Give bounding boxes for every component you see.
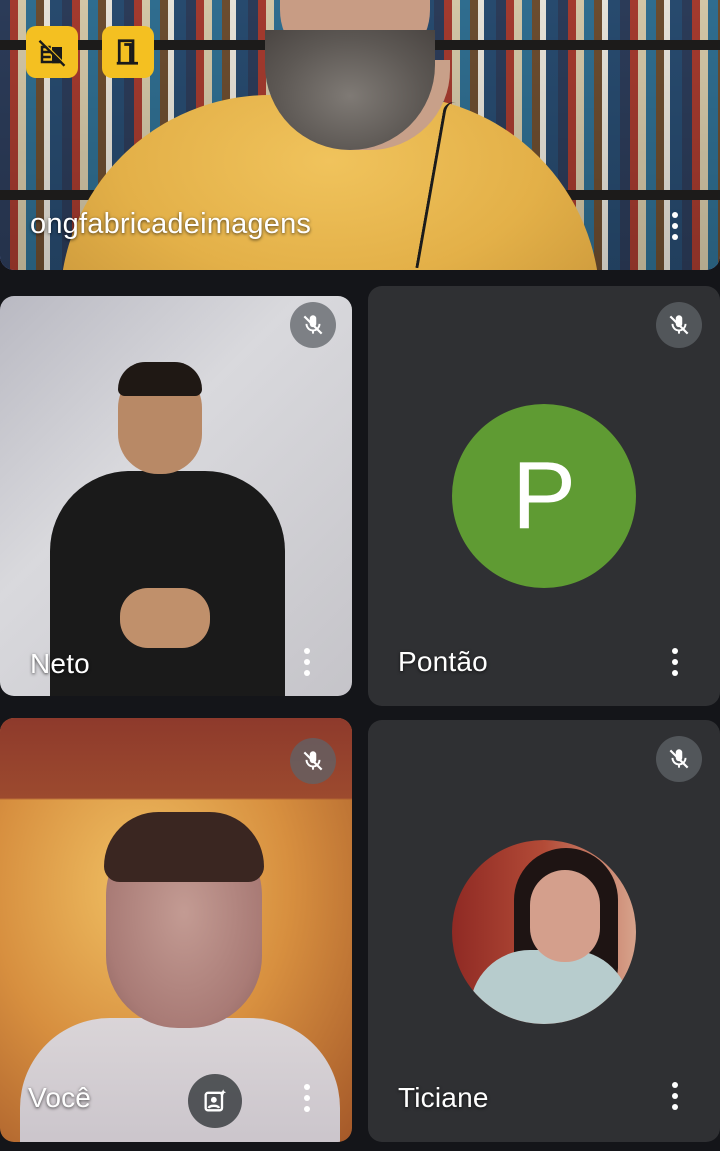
mic-off-icon — [290, 738, 336, 784]
more-vert-icon[interactable] — [292, 1078, 322, 1118]
avatar — [452, 840, 636, 1024]
avatar-face — [530, 870, 600, 962]
door-exit-button[interactable] — [102, 26, 154, 78]
tile-ongfabricadeimagens[interactable]: ongfabricadeimagens — [0, 0, 720, 270]
more-vert-icon[interactable] — [660, 206, 690, 246]
tile-ticiane[interactable]: Ticiane — [368, 720, 720, 1142]
mic-off-icon — [656, 736, 702, 782]
video-person-hair — [118, 362, 202, 396]
mic-off-icon — [290, 302, 336, 348]
tile-pontao[interactable]: P Pontão — [368, 286, 720, 706]
tile-neto[interactable]: Neto — [0, 296, 352, 696]
portrait-effects-button[interactable] — [188, 1074, 242, 1128]
mic-off-icon — [656, 302, 702, 348]
video-person-hair — [104, 812, 264, 882]
participant-name: Pontão — [398, 646, 488, 677]
more-vert-icon[interactable] — [292, 642, 322, 682]
participant-name: Ticiane — [398, 1082, 489, 1113]
avatar-shirt — [470, 950, 630, 1024]
more-vert-icon[interactable] — [660, 1076, 690, 1116]
more-vert-icon[interactable] — [660, 642, 690, 682]
cell-signal-off-icon — [38, 39, 67, 67]
video-person-hands — [120, 588, 210, 648]
participant-name: ongfabricadeimagens — [30, 208, 312, 240]
participant-name: Você — [28, 1082, 92, 1113]
portrait-effects-icon — [204, 1089, 227, 1112]
cell-signal-off-button[interactable] — [26, 26, 78, 78]
door-exit-icon — [116, 39, 138, 65]
tile-voce[interactable]: Você — [0, 718, 352, 1142]
avatar: P — [452, 404, 636, 588]
meet-call-grid: ongfabricadeimagens Neto P Pontão Você T… — [0, 0, 720, 1151]
participant-name: Neto — [30, 648, 90, 679]
